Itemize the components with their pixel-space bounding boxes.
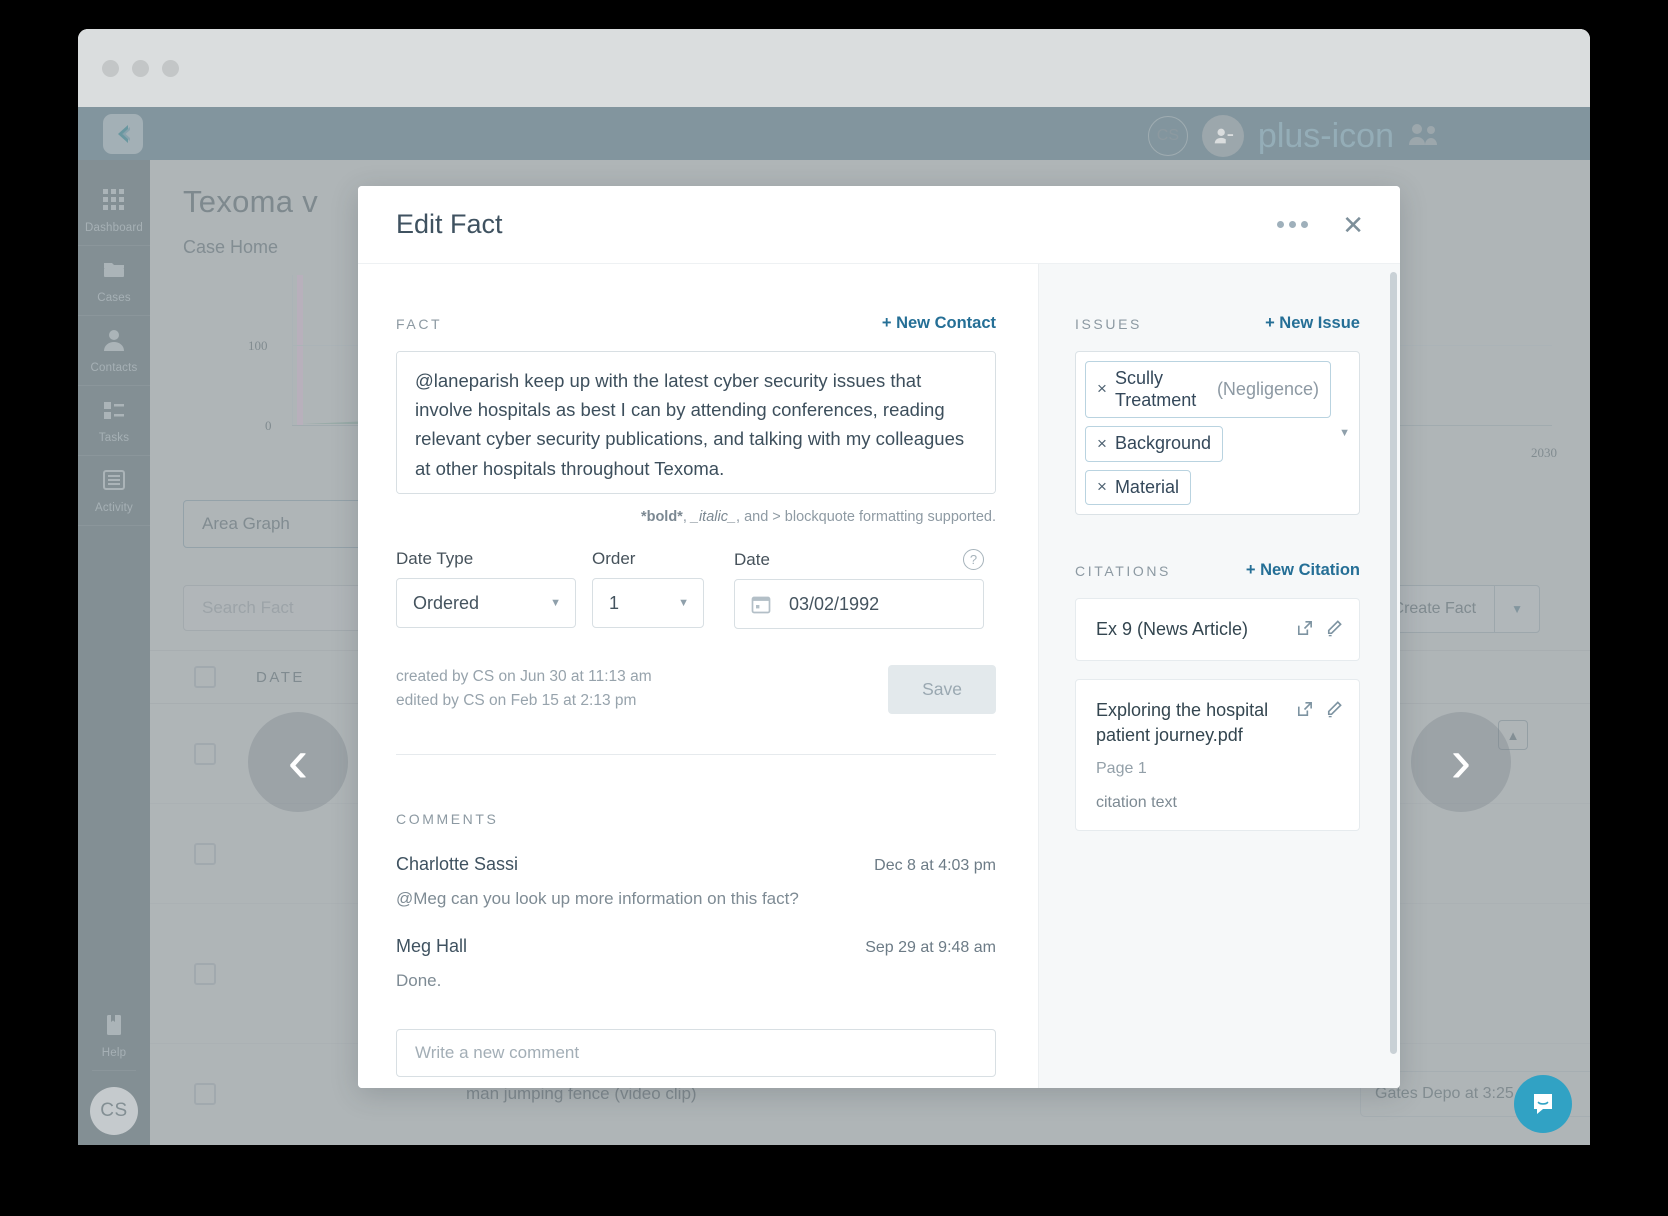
issues-label: ISSUES [1075,315,1142,332]
modal-title: Edit Fact [396,209,503,239]
date-type-field: Date Type Ordered ▼ [396,549,576,629]
citation-actions [1295,698,1343,719]
hint-italic: _italic_ [690,509,737,525]
citation-text: citation text [1096,793,1177,811]
list-item: Meg Hall Sep 29 at 9:48 am Done. [396,936,996,991]
order-label: Order [592,549,636,568]
new-contact-link[interactable]: + New Contact [882,314,996,333]
calendar-icon [751,594,771,614]
fact-section-header: FACT + New Contact [396,314,996,333]
date-field: Date ? 03/02/1992 [734,549,984,629]
fact-meta-text: created by CS on Jun 30 at 11:13 am edit… [396,665,652,713]
issue-tag[interactable]: × Scully Treatment (Negligence) [1085,361,1331,419]
issue-tag-name: Scully Treatment [1114,368,1197,410]
section-divider [396,754,996,755]
date-value: 03/02/1992 [789,593,880,614]
list-item: Charlotte Sassi Dec 8 at 4:03 pm @Meg ca… [396,854,996,909]
intercom-launcher-button[interactable] [1514,1075,1572,1133]
question-mark-icon[interactable]: ? [963,549,984,570]
created-meta: created by CS on Jun 30 at 11:13 am [396,668,652,685]
comment-timestamp: Dec 8 at 4:03 pm [874,857,996,874]
remove-tag-icon[interactable]: × [1097,477,1107,497]
ellipsis-icon[interactable] [1273,213,1312,236]
comment-body: Done. [396,971,442,990]
date-field-header: Date ? [734,549,984,570]
modal-header: Edit Fact ✕ [358,186,1400,264]
date-type-label: Date Type [396,549,474,568]
citation-card[interactable]: Ex 9 (News Article) [1075,598,1360,662]
browser-window: CS plus-icon Dashboard Cases Contacts Ta… [78,29,1590,1145]
issues-section-header: ISSUES + New Issue [1075,314,1360,333]
hint-sep: , [682,509,691,525]
edited-meta: edited by CS on Feb 15 at 2:13 pm [396,692,637,710]
citation-actions [1295,617,1343,638]
hint-bold: *bold* [640,509,683,525]
issues-tag-input[interactable]: × Scully Treatment (Negligence) × Backgr… [1075,351,1360,516]
external-link-icon[interactable] [1295,700,1314,719]
external-link-icon[interactable] [1295,619,1314,638]
citation-title: Exploring the hospital patient journey.p… [1096,700,1269,746]
remove-tag-icon[interactable]: × [1097,434,1107,454]
comment-header: Charlotte Sassi Dec 8 at 4:03 pm [396,854,996,875]
fact-fields-row: Date Type Ordered ▼ Order 1 ▼ Date ? 03/… [396,549,996,629]
issue-tag-name: Background [1114,433,1212,454]
citation-main: Exploring the hospital patient journey.p… [1096,698,1285,812]
comment-author: Charlotte Sassi [396,854,519,874]
comments-label: COMMENTS [396,811,499,827]
order-select[interactable]: 1 ▼ [592,578,704,628]
comment-timestamp: Sep 29 at 9:48 am [865,939,996,956]
order-field: Order 1 ▼ [592,549,704,629]
formatting-hint: *bold*, _italic_, and > blockquote forma… [396,509,996,525]
date-type-value: Ordered [413,592,480,613]
citation-card[interactable]: Exploring the hospital patient journey.p… [1075,679,1360,831]
modal-left-column: FACT + New Contact *bold*, _italic_, and… [358,264,1038,1088]
chevron-down-icon[interactable]: ▼ [1339,427,1350,439]
new-issue-link[interactable]: + New Issue [1265,314,1360,333]
pencil-icon[interactable] [1324,700,1343,719]
hint-tail: , and > blockquote formatting supported. [736,509,996,525]
comment-author: Meg Hall [396,936,468,956]
chevron-down-icon: ▼ [550,597,561,609]
issue-tag[interactable]: × Background [1085,426,1224,462]
fact-meta-row: created by CS on Jun 30 at 11:13 am edit… [396,665,996,714]
new-citation-link[interactable]: + New Citation [1246,561,1360,580]
save-fact-button[interactable]: Save [888,665,996,714]
order-value: 1 [609,592,620,613]
modal-body: FACT + New Contact *bold*, _italic_, and… [358,264,1400,1088]
comment-body: @Meg can you look up more information on… [396,889,799,908]
comment-header: Meg Hall Sep 29 at 9:48 am [396,936,996,957]
date-type-select[interactable]: Ordered ▼ [396,578,576,628]
issue-tag-name: Material [1114,476,1179,497]
citations-label: CITATIONS [1075,562,1171,579]
modal-scrollbar[interactable] [1390,272,1397,1054]
citation-page: Page 1 [1096,759,1147,777]
remove-tag-icon[interactable]: × [1097,379,1107,399]
issue-tag[interactable]: × Material [1085,469,1191,506]
carousel-next-button[interactable]: › [1411,712,1511,812]
issue-tag-sub: (Negligence) [1216,378,1319,399]
modal-right-column: ISSUES + New Issue × Scully Treatment (N… [1038,264,1400,1088]
chat-bubble-icon [1534,1094,1552,1114]
edit-fact-modal: Edit Fact ✕ FACT + New Contact *bold*, _… [358,186,1400,1088]
citations-section-header: CITATIONS + New Citation [1075,561,1360,580]
fact-label: FACT [396,315,443,332]
date-input[interactable]: 03/02/1992 [734,579,984,629]
pencil-icon[interactable] [1324,619,1343,638]
new-comment-input[interactable] [396,1029,996,1077]
carousel-prev-button[interactable]: ‹ [248,712,348,812]
citation-title: Ex 9 (News Article) [1096,619,1249,640]
close-icon[interactable]: ✕ [1336,210,1370,240]
modal-header-actions: ✕ [1273,210,1370,240]
date-label: Date [734,549,770,569]
chevron-down-icon: ▼ [678,597,689,609]
citation-main: Ex 9 (News Article) [1096,617,1285,642]
fact-textarea[interactable] [396,351,996,494]
